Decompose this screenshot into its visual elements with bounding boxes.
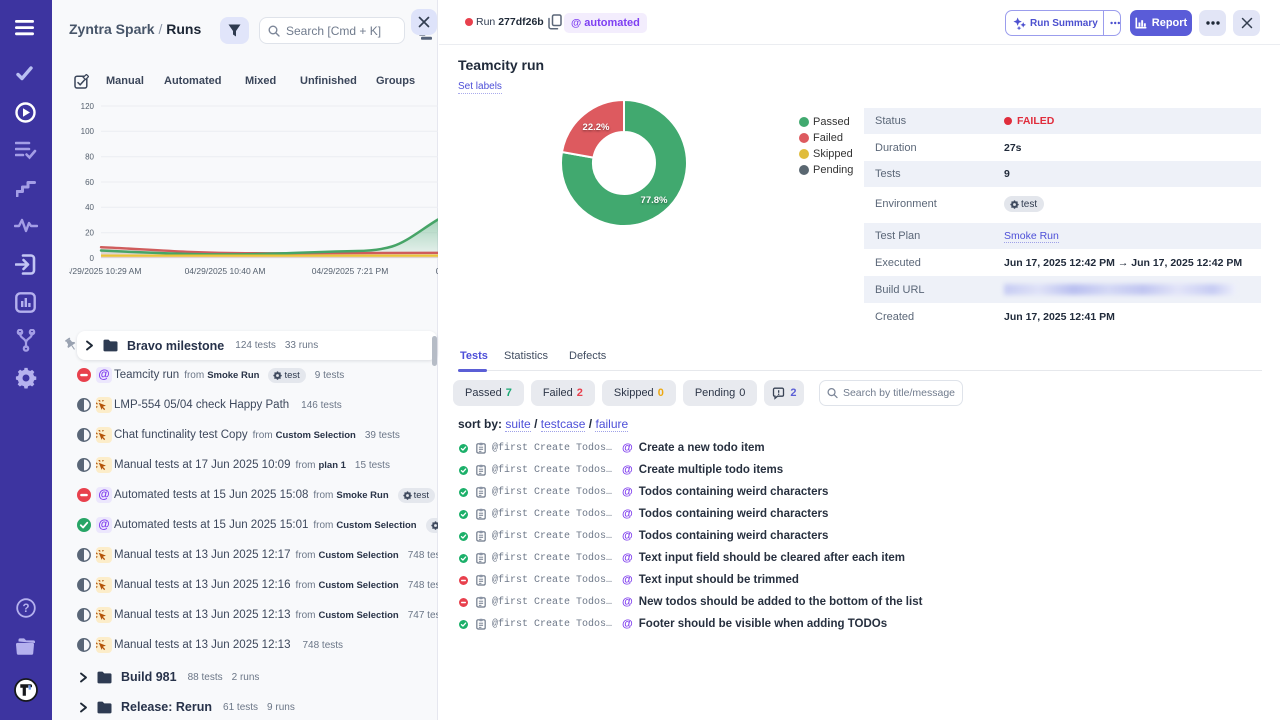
svg-text:77.8%: 77.8% xyxy=(641,195,668,206)
svg-text:22.2%: 22.2% xyxy=(583,122,610,133)
svg-text:?: ? xyxy=(22,603,29,615)
